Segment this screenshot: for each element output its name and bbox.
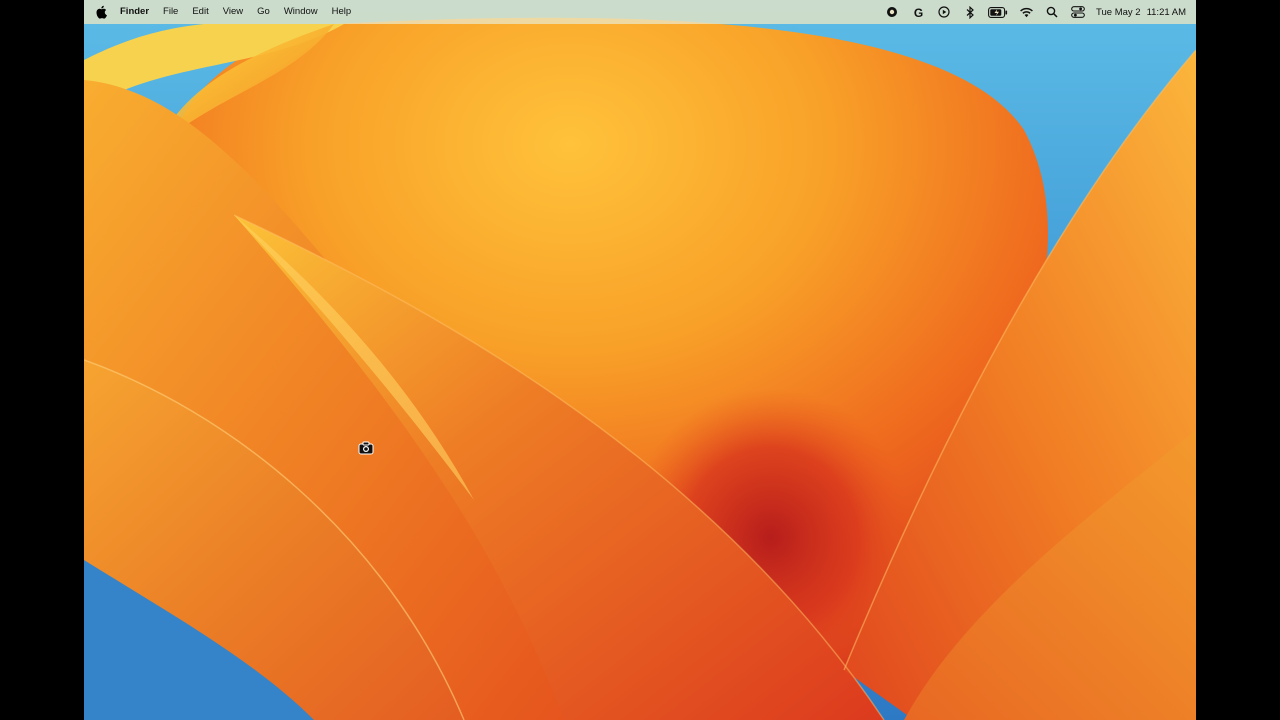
wifi-icon[interactable] xyxy=(1018,4,1034,20)
menu-bar: Finder File Edit View Go Window Help G T… xyxy=(84,0,1196,24)
menu-view[interactable]: View xyxy=(223,0,243,24)
grammarly-icon[interactable]: G xyxy=(910,4,926,20)
menu-go[interactable]: Go xyxy=(257,0,270,24)
play-icon[interactable] xyxy=(936,4,952,20)
desktop-wallpaper xyxy=(84,0,1196,720)
menu-bar-date[interactable]: Tue May 2 xyxy=(1096,7,1141,18)
svg-text:G: G xyxy=(913,6,922,19)
menu-bar-left: Finder File Edit View Go Window Help xyxy=(84,0,365,24)
menu-window[interactable]: Window xyxy=(284,0,318,24)
menu-help[interactable]: Help xyxy=(332,0,352,24)
menu-bar-right: G Tue May 2 11:21 AM xyxy=(874,0,1196,24)
control-center-icon[interactable] xyxy=(1070,4,1086,20)
battery-icon[interactable] xyxy=(988,4,1008,20)
record-icon[interactable] xyxy=(884,4,900,20)
screenshot-camera-cursor-icon xyxy=(358,441,374,455)
app-menu-finder[interactable]: Finder xyxy=(120,0,149,24)
apple-logo-icon[interactable] xyxy=(94,4,108,20)
spotlight-search-icon[interactable] xyxy=(1044,4,1060,20)
menu-bar-time[interactable]: 11:21 AM xyxy=(1147,7,1186,18)
desktop-screen: Finder File Edit View Go Window Help G T… xyxy=(84,0,1196,720)
menu-file[interactable]: File xyxy=(163,0,178,24)
bluetooth-icon[interactable] xyxy=(962,4,978,20)
menu-edit[interactable]: Edit xyxy=(192,0,208,24)
